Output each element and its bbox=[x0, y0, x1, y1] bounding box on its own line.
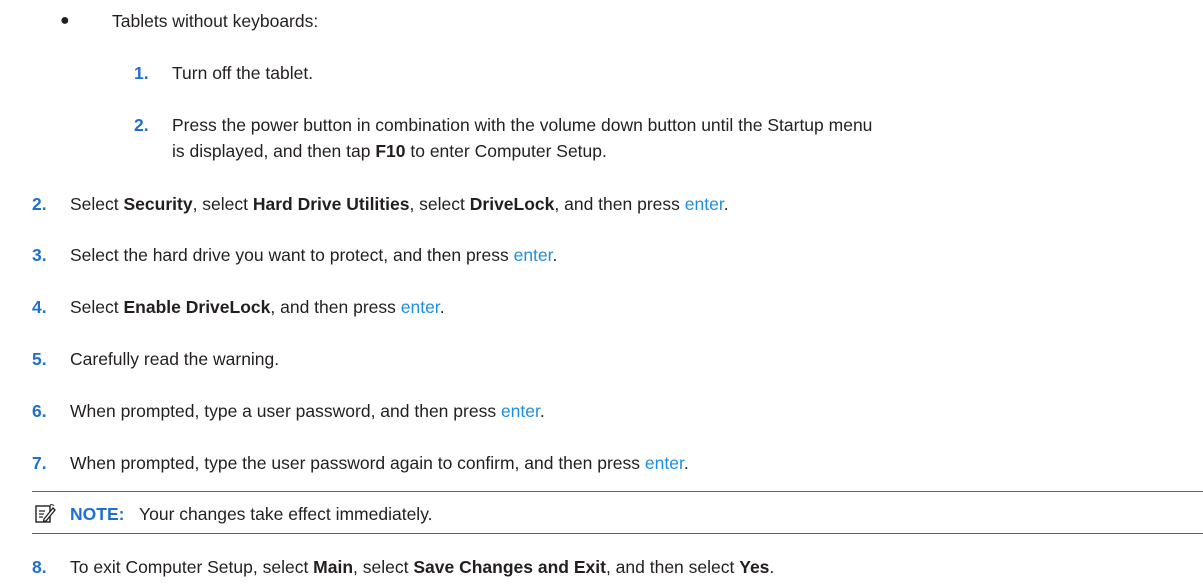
text-run: Select bbox=[70, 297, 124, 317]
text-run: . bbox=[552, 245, 558, 265]
text-run: , and then press bbox=[554, 194, 685, 214]
text-run: , and then press bbox=[270, 297, 401, 317]
step-number: 5. bbox=[32, 349, 47, 369]
bullet-text: Tablets without keyboards: bbox=[112, 11, 319, 31]
sub-step-text: Press the power button in combination wi… bbox=[172, 115, 873, 135]
note-bottom-rule bbox=[32, 533, 1203, 534]
text-run: Select bbox=[70, 194, 124, 214]
text-run: To exit Computer Setup, select bbox=[70, 557, 314, 577]
step-number: 6. bbox=[32, 401, 47, 421]
bold-run: Yes bbox=[739, 557, 770, 577]
text-run: , select bbox=[409, 194, 470, 214]
note-top-rule bbox=[32, 491, 1203, 492]
bold-run: Main bbox=[313, 557, 354, 577]
text-run: When prompted, type the user password ag… bbox=[70, 453, 645, 473]
text-run: . bbox=[769, 557, 775, 577]
step-number: 8. bbox=[32, 557, 47, 577]
bold-run: Save Changes and Exit bbox=[413, 557, 606, 577]
step-number: 4. bbox=[32, 297, 47, 317]
text-run: . bbox=[723, 194, 729, 214]
bold-run: F10 bbox=[375, 141, 406, 161]
step-text: To exit Computer Setup, select Main, sel… bbox=[70, 556, 774, 578]
note-pencil-icon bbox=[35, 504, 56, 523]
bold-run: Enable DriveLock bbox=[123, 297, 271, 317]
key-enter: enter bbox=[684, 194, 724, 214]
note-label: NOTE: bbox=[70, 504, 125, 524]
bold-run: Security bbox=[123, 194, 193, 214]
text-run: , select bbox=[353, 557, 414, 577]
bold-run: DriveLock bbox=[469, 194, 555, 214]
text-run: . bbox=[439, 297, 445, 317]
key-enter: enter bbox=[644, 453, 684, 473]
note-text: Your changes take effect immediately. bbox=[139, 504, 433, 524]
text-run: , select bbox=[192, 194, 253, 214]
text-run: When prompted, type a user password, and… bbox=[70, 401, 501, 421]
sub-step-text-continued: is displayed, and then tap F10 to enter … bbox=[172, 140, 607, 162]
text-run: Select the hard drive you want to protec… bbox=[70, 245, 514, 265]
step-number: 7. bbox=[32, 453, 47, 473]
note-line: NOTE: Your changes take effect immediate… bbox=[70, 503, 433, 525]
step-text: Carefully read the warning. bbox=[70, 349, 280, 369]
sub-step-number: 1. bbox=[134, 63, 149, 83]
step-text: When prompted, type the user password ag… bbox=[70, 452, 689, 474]
step-text: Select Security, select Hard Drive Utili… bbox=[70, 193, 729, 215]
step-text: Select Enable DriveLock, and then press … bbox=[70, 296, 445, 318]
text-run: is displayed, and then tap bbox=[172, 141, 376, 161]
key-enter: enter bbox=[500, 401, 540, 421]
step-text: Select the hard drive you want to protec… bbox=[70, 244, 557, 266]
key-enter: enter bbox=[400, 297, 440, 317]
key-enter: enter bbox=[513, 245, 553, 265]
step-number: 3. bbox=[32, 245, 47, 265]
text-run: . bbox=[539, 401, 545, 421]
text-run: , and then select bbox=[605, 557, 740, 577]
text-run: . bbox=[683, 453, 689, 473]
sub-step-text: Turn off the tablet. bbox=[172, 63, 314, 83]
text-run: to enter Computer Setup. bbox=[405, 141, 607, 161]
step-text: When prompted, type a user password, and… bbox=[70, 400, 545, 422]
bold-run: Hard Drive Utilities bbox=[252, 194, 410, 214]
step-number: 2. bbox=[32, 194, 47, 214]
sub-step-number: 2. bbox=[134, 115, 149, 135]
bullet-mark: ● bbox=[60, 12, 70, 29]
